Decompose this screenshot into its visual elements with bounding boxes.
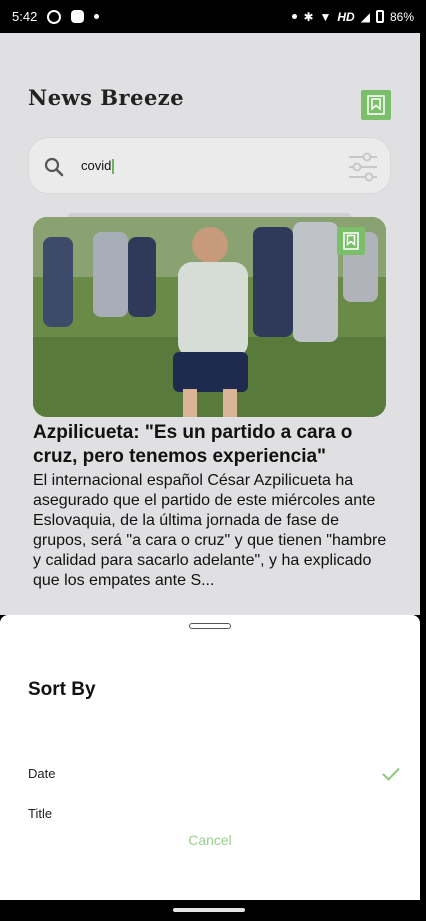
status-time: 5:42 — [12, 9, 38, 24]
search-input-value: covid — [81, 158, 112, 173]
football-players-photo — [33, 217, 386, 417]
battery-icon — [375, 10, 384, 23]
bookmarks-button[interactable] — [361, 90, 391, 120]
bluetooth-icon: ✱ — [303, 9, 314, 24]
app-title: News Breeze — [28, 85, 185, 110]
bookmark-icon — [343, 232, 359, 250]
status-bar: 5:42 ✱ ▼ HD ◢ 86% — [0, 0, 426, 33]
sort-option-title[interactable]: Title — [0, 798, 420, 834]
battery-level: 86% — [389, 9, 414, 24]
search-bar[interactable]: covid — [28, 137, 391, 194]
cancel-button[interactable]: Cancel — [0, 832, 420, 848]
screen-edge — [420, 33, 426, 900]
more-notifications-dot-icon — [94, 14, 100, 19]
home-gesture-pill[interactable] — [173, 908, 245, 912]
bookmark-icon — [367, 95, 385, 115]
sort-option-date[interactable]: Date — [0, 758, 420, 794]
wifi-icon: ▼ — [319, 9, 332, 24]
network-type: HD — [337, 9, 355, 24]
sort-option-label: Date — [28, 766, 56, 781]
article-image[interactable] — [33, 217, 386, 417]
search-input[interactable]: covid — [81, 158, 115, 175]
record-icon — [47, 9, 62, 24]
sheet-title: Sort By — [28, 679, 96, 700]
article-description: El internacional español César Azpilicue… — [33, 472, 387, 589]
sort-option-label: Title — [28, 806, 53, 821]
sheet-drag-handle[interactable] — [189, 623, 231, 629]
check-icon — [382, 767, 400, 781]
signal-icon: ◢ — [360, 9, 370, 24]
search-icon — [44, 157, 64, 177]
text-caret — [112, 159, 115, 175]
article-bookmark-button[interactable] — [337, 227, 365, 255]
app-notification-icon — [71, 10, 85, 23]
navigation-bar — [0, 900, 426, 921]
notification-dot-icon — [292, 14, 298, 19]
article-title[interactable]: Azpilicueta: "Es un partido a cara o cru… — [33, 421, 393, 469]
sort-bottom-sheet: Sort By Date Title Cancel — [0, 615, 420, 900]
filter-sliders-icon[interactable] — [347, 152, 379, 182]
